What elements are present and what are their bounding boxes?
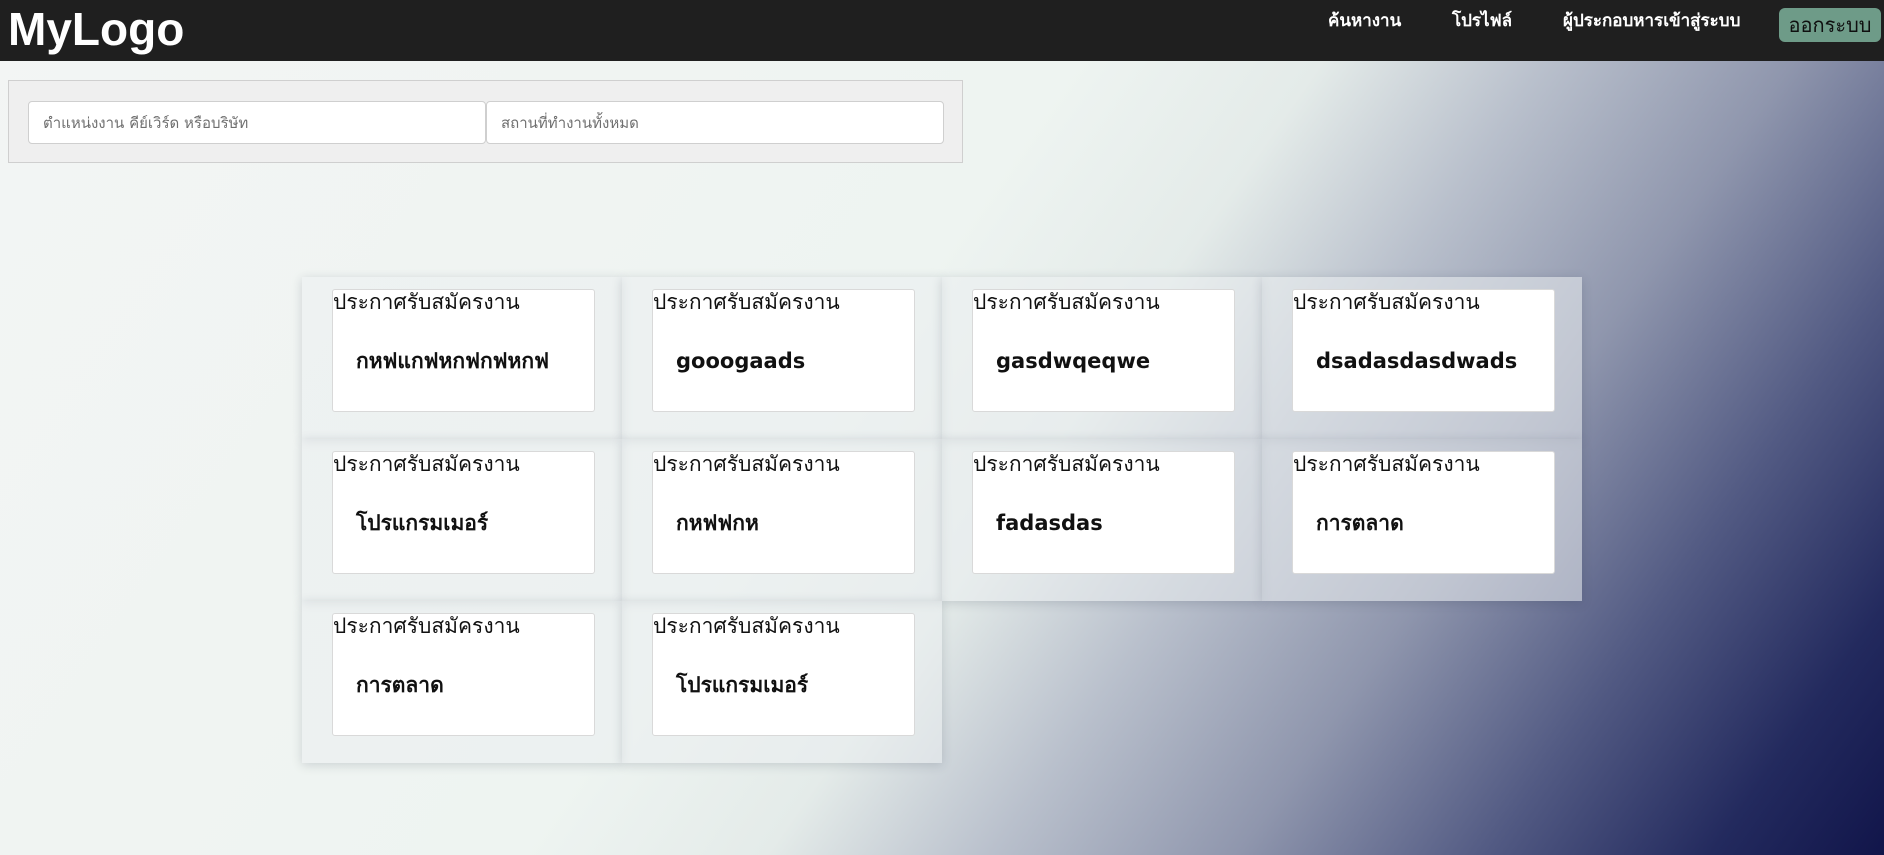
job-card-title: fadasdas xyxy=(996,511,1103,535)
job-card[interactable]: ประกาศรับสมัครงาน การตลาด xyxy=(332,613,595,736)
job-card-title: gasdwqeqwe xyxy=(996,349,1151,373)
logo[interactable]: MyLogo xyxy=(8,2,184,56)
job-card-title: การตลาด xyxy=(356,673,444,697)
job-card[interactable]: ประกาศรับสมัครงาน โปรแกรมเมอร์ xyxy=(332,451,595,574)
job-tile: ประกาศรับสมัครงาน กหฟแกฟหกฟกฟหกฟ xyxy=(302,277,622,439)
job-card[interactable]: ประกาศรับสมัครงาน dsadasdasdwads xyxy=(1292,289,1555,412)
job-card-label: ประกาศรับสมัครงาน xyxy=(653,452,840,476)
job-keyword-input[interactable] xyxy=(28,101,486,144)
nav-search-jobs[interactable]: ค้นหางาน xyxy=(1328,8,1401,42)
job-card-title: กหฟฟกห xyxy=(676,511,759,535)
job-card-title: กหฟแกฟหกฟกฟหกฟ xyxy=(356,349,549,373)
job-card-title: dsadasdasdwads xyxy=(1316,349,1518,373)
job-card-label: ประกาศรับสมัครงาน xyxy=(1293,290,1480,314)
job-card-title: โปรแกรมเมอร์ xyxy=(676,673,809,697)
nav-employer-login[interactable]: ผู้ประกอบหารเข้าสู่ระบบ xyxy=(1563,8,1740,42)
job-card[interactable]: ประกาศรับสมัครงาน gasdwqeqwe xyxy=(972,289,1235,412)
job-card-label: ประกาศรับสมัครงาน xyxy=(653,614,840,638)
job-card-label: ประกาศรับสมัครงาน xyxy=(1293,452,1480,476)
job-card-title: gooogaads xyxy=(676,349,806,373)
job-tile: ประกาศรับสมัครงาน gooogaads xyxy=(622,277,942,439)
job-card[interactable]: ประกาศรับสมัครงาน การตลาด xyxy=(1292,451,1555,574)
job-tile: ประกาศรับสมัครงาน โปรแกรมเมอร์ xyxy=(622,601,942,763)
job-tile: ประกาศรับสมัครงาน fadasdas xyxy=(942,439,1262,601)
job-tile: ประกาศรับสมัครงาน โปรแกรมเมอร์ xyxy=(302,439,622,601)
job-card[interactable]: ประกาศรับสมัครงาน กหฟฟกห xyxy=(652,451,915,574)
job-card-label: ประกาศรับสมัครงาน xyxy=(973,290,1160,314)
job-tile: ประกาศรับสมัครงาน dsadasdasdwads xyxy=(1262,277,1582,439)
location-input[interactable] xyxy=(486,101,944,144)
logout-button[interactable]: ออกระบบ xyxy=(1779,8,1881,42)
job-tile: ประกาศรับสมัครงาน gasdwqeqwe xyxy=(942,277,1262,439)
search-panel xyxy=(8,80,963,163)
top-navbar: MyLogo ค้นหางาน โปรไฟล์ ผู้ประกอบหารเข้า… xyxy=(0,0,1884,61)
job-tile: ประกาศรับสมัครงาน การตลาด xyxy=(1262,439,1582,601)
job-card-title: โปรแกรมเมอร์ xyxy=(356,511,489,535)
job-card-title: การตลาด xyxy=(1316,511,1404,535)
job-tile: ประกาศรับสมัครงาน กหฟฟกห xyxy=(622,439,942,601)
job-card[interactable]: ประกาศรับสมัครงาน กหฟแกฟหกฟกฟหกฟ xyxy=(332,289,595,412)
job-card-label: ประกาศรับสมัครงาน xyxy=(333,452,520,476)
job-card-label: ประกาศรับสมัครงาน xyxy=(973,452,1160,476)
job-card-label: ประกาศรับสมัครงาน xyxy=(653,290,840,314)
job-tile: ประกาศรับสมัครงาน การตลาด xyxy=(302,601,622,763)
job-card[interactable]: ประกาศรับสมัครงาน fadasdas xyxy=(972,451,1235,574)
job-card-label: ประกาศรับสมัครงาน xyxy=(333,290,520,314)
job-card[interactable]: ประกาศรับสมัครงาน gooogaads xyxy=(652,289,915,412)
nav-profile[interactable]: โปรไฟล์ xyxy=(1452,8,1512,42)
job-card-label: ประกาศรับสมัครงาน xyxy=(333,614,520,638)
job-card[interactable]: ประกาศรับสมัครงาน โปรแกรมเมอร์ xyxy=(652,613,915,736)
